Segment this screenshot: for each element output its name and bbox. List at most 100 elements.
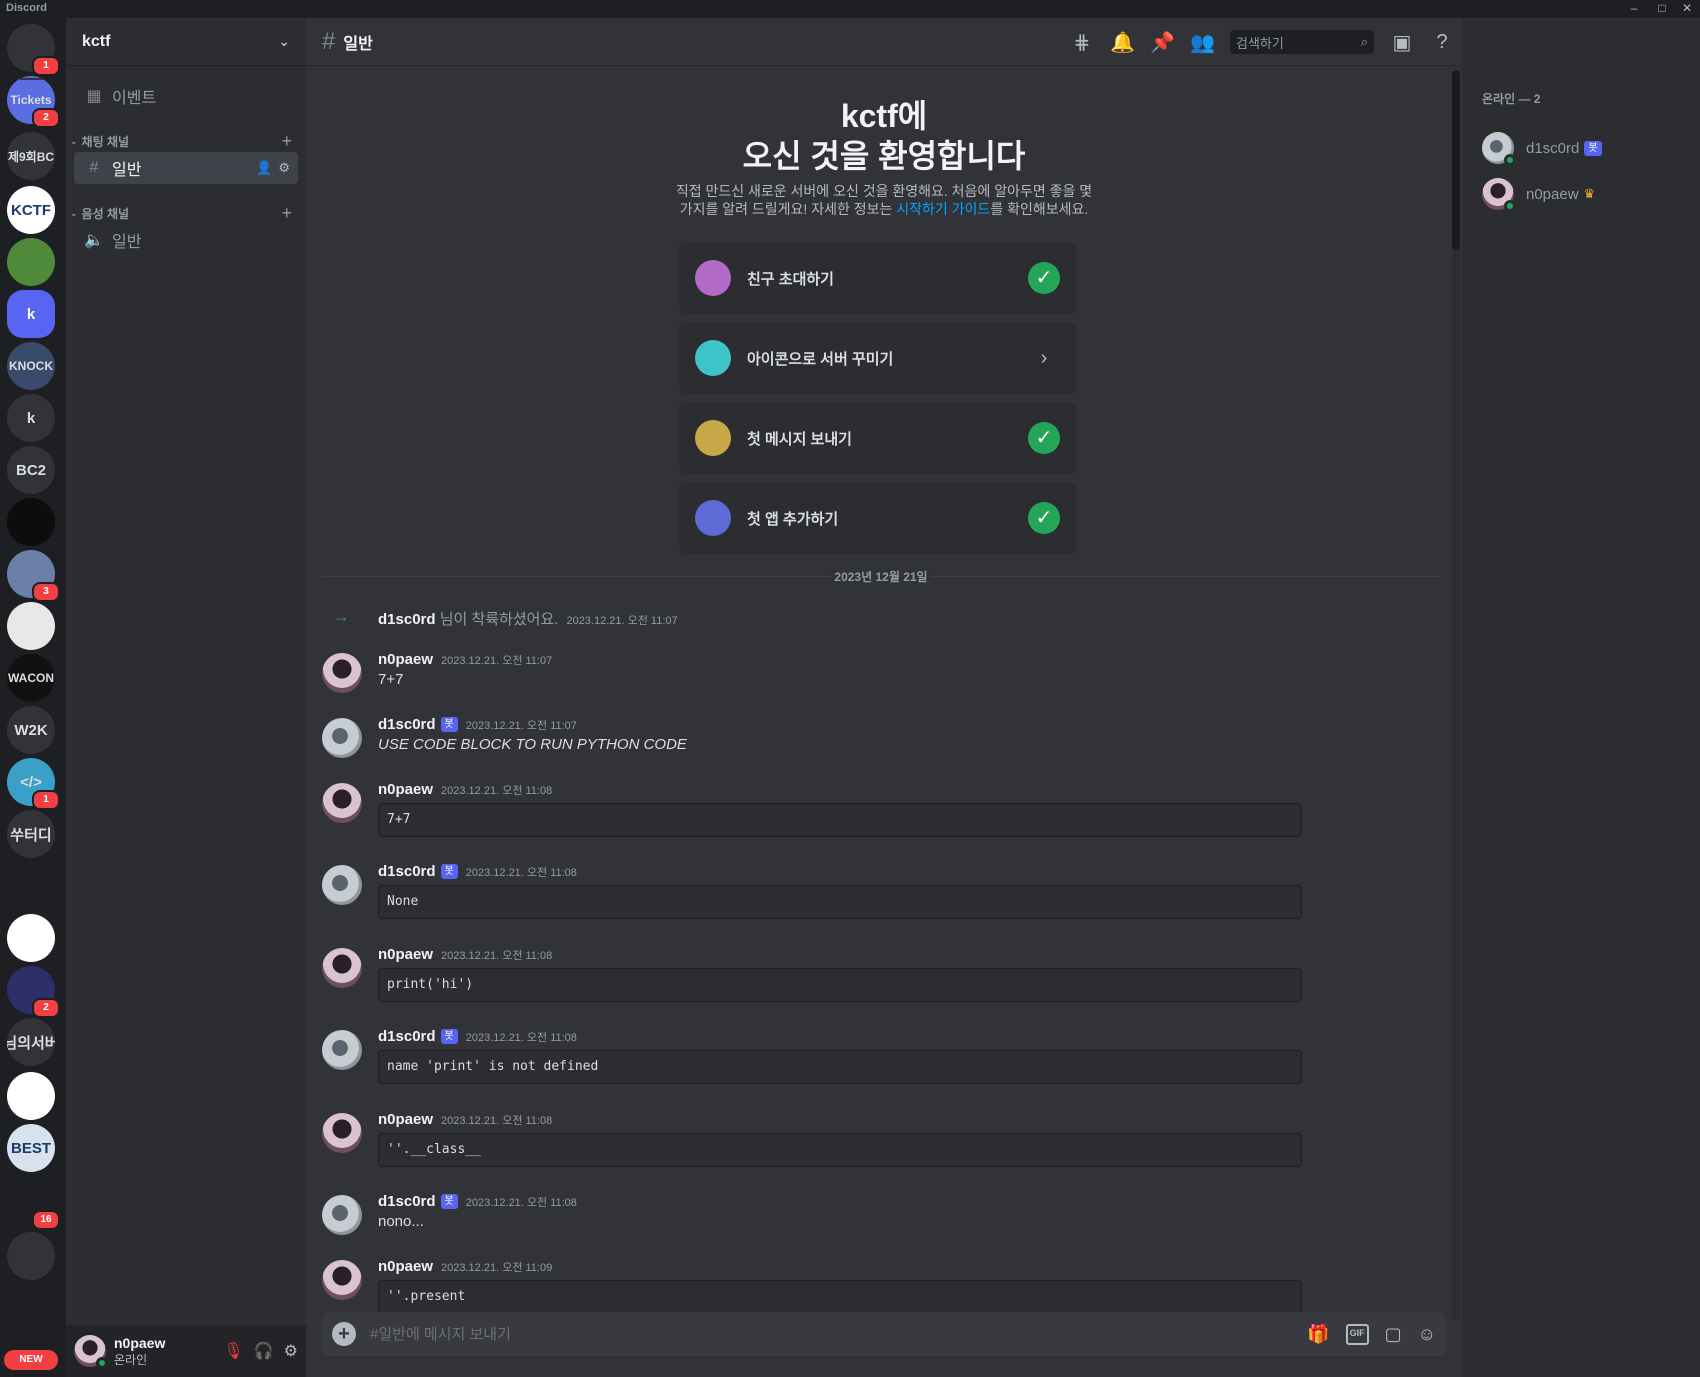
sunglasses-server-icon[interactable] — [7, 914, 55, 962]
server-label: k — [26, 409, 36, 427]
gift-icon[interactable]: 🎁 — [1307, 1324, 1329, 1345]
server-header[interactable]: kctf ⌄ — [66, 18, 306, 66]
sword-server-icon[interactable] — [7, 498, 55, 546]
onboarding-card[interactable]: 아이콘으로 서버 꾸미기 › — [679, 322, 1076, 394]
onboarding-card[interactable]: 첫 앱 추가하기 ✓ — [679, 482, 1076, 554]
chat-scrollbar[interactable] — [1452, 70, 1460, 1320]
add-attachment-button[interactable]: + — [332, 1322, 356, 1346]
server-icon[interactable]: k — [7, 290, 55, 338]
message-author[interactable]: d1sc0rd — [378, 863, 436, 880]
message-author[interactable]: n0paew — [378, 946, 433, 963]
server-icon[interactable]: 님의서버 — [7, 1018, 55, 1066]
server-icon[interactable]: KCTF — [7, 186, 55, 234]
timestamp: 2023.12.21. 오전 11:07 — [441, 654, 553, 667]
new-badge: NEW — [4, 1350, 58, 1370]
member-name: n0paew — [1526, 185, 1579, 203]
notification-badge: 1 — [32, 56, 60, 76]
avatar[interactable] — [322, 1030, 362, 1070]
add-channel-icon[interactable]: + — [281, 203, 292, 224]
onboarding-card[interactable]: 친구 초대하기 ✓ — [679, 242, 1076, 314]
category-text-channels[interactable]: ⌄ 채팅 채널 + — [70, 131, 298, 152]
server-icon[interactable]: WACON — [7, 654, 55, 702]
invite-user-icon[interactable]: 👤 — [256, 160, 272, 176]
emoji-icon[interactable]: ☺ — [1418, 1324, 1436, 1345]
message-author[interactable]: n0paew — [378, 651, 433, 668]
code-block: print('hi') — [378, 968, 1302, 1002]
server-icon[interactable]: 제9회BC — [7, 132, 55, 180]
maximize-button[interactable]: □ — [1649, 0, 1675, 18]
member-item[interactable]: d1sc0rd 봇 — [1482, 128, 1692, 168]
search-icon: ⌕ — [1360, 34, 1368, 49]
server-icon[interactable]: 쑤터디 — [7, 810, 55, 858]
onboarding-card[interactable]: 첫 메시지 보내기 ✓ — [679, 402, 1076, 474]
mic-muted-icon[interactable]: 🎙 — [223, 1341, 243, 1361]
arrow-logo-server-icon[interactable] — [7, 862, 55, 910]
folder-server-icon[interactable] — [7, 1232, 55, 1280]
avatar[interactable] — [322, 948, 362, 988]
message-author[interactable]: n0paew — [378, 781, 433, 798]
avatar[interactable] — [322, 783, 362, 823]
message-author[interactable]: n0paew — [378, 1111, 433, 1128]
star-emblem-server-icon[interactable] — [7, 602, 55, 650]
server-label: WACON — [8, 671, 54, 685]
message-author[interactable]: n0paew — [378, 1258, 433, 1275]
channel-general-voice[interactable]: 🔈 일반 — [74, 224, 298, 256]
avatar[interactable] — [322, 653, 362, 693]
code-block: 7+7 — [378, 803, 1302, 837]
bell-icon[interactable]: 🔔 — [1110, 30, 1135, 55]
code-block: name 'print' is not defined — [378, 1050, 1302, 1084]
events-item[interactable]: ▦ 이벤트 — [74, 80, 298, 112]
timestamp: 2023.12.21. 오전 11:08 — [441, 949, 553, 962]
collapse-chevron-icon: ⌄ — [70, 207, 78, 218]
message: d1sc0rd 봇 2023.12.21. 오전 11:07 USE CODE BLO… — [322, 716, 1440, 776]
avatar[interactable] — [322, 1113, 362, 1153]
server-icon[interactable]: KNOCK — [7, 342, 55, 390]
headphones-icon[interactable]: 🎧 — [254, 1341, 274, 1361]
message: n0paew 2023.12.21. 오전 11:07 7+7 — [322, 651, 1440, 711]
add-channel-icon[interactable]: + — [281, 131, 292, 152]
category-voice-channels[interactable]: ⌄ 음성 채널 + — [70, 203, 298, 224]
avatar[interactable] — [322, 1195, 362, 1235]
avatar[interactable] — [322, 865, 362, 905]
card-label: 첫 앱 추가하기 — [747, 510, 839, 528]
hash-icon: # — [322, 27, 336, 55]
server-icon[interactable]: k — [7, 394, 55, 442]
scroll-thumb[interactable] — [1452, 70, 1460, 250]
checkmark-icon: ✓ — [1028, 262, 1060, 294]
server-icon[interactable]: BC2 — [7, 446, 55, 494]
getting-started-link[interactable]: 시작하기 가이드 — [896, 201, 990, 217]
avatar[interactable] — [74, 1335, 108, 1369]
avatar[interactable] — [322, 1260, 362, 1300]
pepe-server-icon[interactable] — [7, 238, 55, 286]
members-list-icon[interactable]: 👥 — [1190, 30, 1215, 55]
threads-icon[interactable]: ⋕ — [1070, 30, 1094, 55]
member-item[interactable]: n0paew ♛ — [1482, 174, 1692, 214]
message-author[interactable]: d1sc0rd — [378, 716, 436, 733]
server-rail: NEW 1 Tickets 2 제9회BC KCTF k KNOCK k BC2 3 WACON W2… — [0, 18, 66, 1377]
server-icon[interactable]: W2K — [7, 706, 55, 754]
channel-label: 일반 — [112, 162, 142, 179]
arrow-right-icon: → — [332, 606, 350, 626]
search-input[interactable]: 검색하기 ⌕ — [1230, 30, 1374, 54]
join-username[interactable]: d1sc0rd — [378, 611, 436, 628]
inbox-icon[interactable]: ▣ — [1390, 30, 1414, 55]
channel-general-text[interactable]: # 일반 👤 ⚙ — [74, 152, 298, 184]
sticker-icon[interactable]: ▢ — [1385, 1324, 1402, 1345]
rail-divider — [20, 78, 44, 80]
message-author[interactable]: d1sc0rd — [378, 1028, 436, 1045]
pin-icon[interactable]: 📌 — [1150, 30, 1175, 55]
message-input[interactable] — [370, 1325, 1308, 1343]
rune-server-icon[interactable] — [7, 1072, 55, 1120]
gear-icon[interactable]: ⚙ — [278, 160, 290, 176]
minimize-button[interactable]: – — [1621, 0, 1647, 18]
user-settings-gear-icon[interactable]: ⚙ — [284, 1341, 298, 1361]
gif-button[interactable]: GIF — [1345, 1323, 1369, 1345]
timestamp: 2023.12.21. 오전 11:08 — [465, 1196, 577, 1209]
online-status-icon — [1504, 154, 1516, 166]
server-icon[interactable]: BEST — [7, 1124, 55, 1172]
server-label: k — [26, 305, 36, 323]
message-author[interactable]: d1sc0rd — [378, 1193, 436, 1210]
help-icon[interactable]: ? — [1430, 31, 1454, 54]
close-window-button[interactable]: ✕ — [1674, 0, 1700, 18]
avatar[interactable] — [322, 718, 362, 758]
